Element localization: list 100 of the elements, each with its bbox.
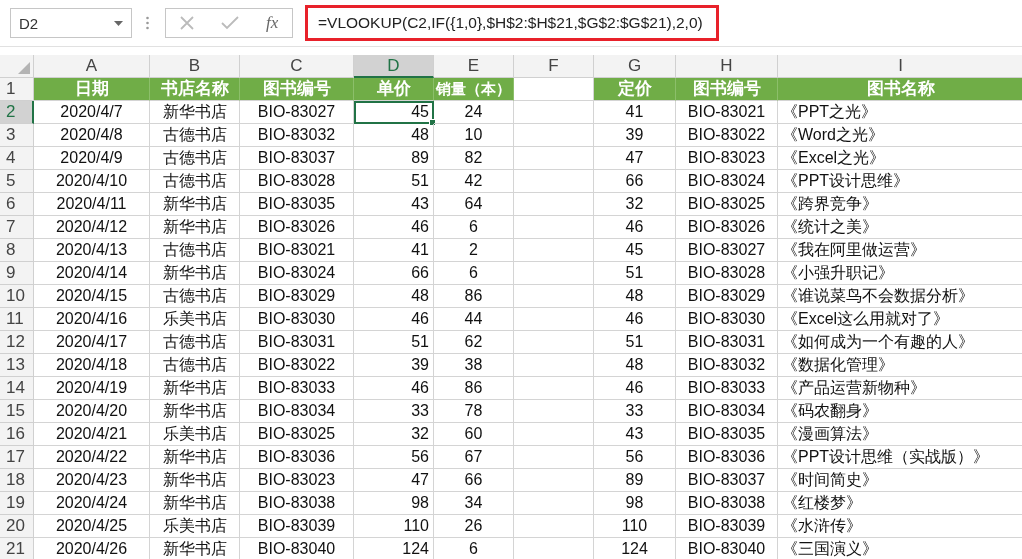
table-cell: 6: [434, 216, 514, 239]
column-header[interactable]: E: [434, 55, 514, 78]
column-title: 图书编号: [240, 78, 354, 101]
row-header[interactable]: 8: [0, 239, 34, 262]
column-header[interactable]: A: [34, 55, 150, 78]
table-cell: 98: [354, 492, 434, 515]
table-cell: BIO-83030: [240, 308, 354, 331]
row-header[interactable]: 15: [0, 400, 34, 423]
table-cell: 48: [594, 354, 676, 377]
table-cell: 6: [434, 262, 514, 285]
row-header[interactable]: 1: [0, 78, 34, 101]
table-cell: 2020/4/16: [34, 308, 150, 331]
table-cell: BIO-83024: [676, 170, 778, 193]
table-cell: 《码农翻身》: [778, 400, 1022, 423]
row-header[interactable]: 6: [0, 193, 34, 216]
table-cell: BIO-83037: [240, 147, 354, 170]
row-header[interactable]: 7: [0, 216, 34, 239]
table-cell: 124: [594, 538, 676, 559]
table-cell: BIO-83027: [676, 239, 778, 262]
table-cell: 34: [434, 492, 514, 515]
table-cell: 48: [594, 285, 676, 308]
table-cell: 39: [594, 124, 676, 147]
row-header[interactable]: 21: [0, 538, 34, 559]
formula-field[interactable]: =VLOOKUP(C2,IF({1,0},$H$2:$H$21,$G$2:$G$21),2,0): [305, 5, 719, 41]
table-cell: 乐美书店: [150, 515, 240, 538]
table-cell: 2020/4/14: [34, 262, 150, 285]
table-cell: 《水浒传》: [778, 515, 1022, 538]
table-cell: 51: [594, 262, 676, 285]
column-header[interactable]: I: [778, 55, 1022, 78]
column-header[interactable]: B: [150, 55, 240, 78]
column-title: 销量（本）: [434, 78, 514, 101]
table-cell: 《PPT设计思维（实战版）》: [778, 446, 1022, 469]
row-header[interactable]: 20: [0, 515, 34, 538]
row-header[interactable]: 12: [0, 331, 34, 354]
row-header[interactable]: 9: [0, 262, 34, 285]
table-cell: 33: [354, 400, 434, 423]
table-cell: 48: [354, 124, 434, 147]
table-cell: 古德书店: [150, 170, 240, 193]
table-cell: 《小强升职记》: [778, 262, 1022, 285]
row-header[interactable]: 3: [0, 124, 34, 147]
table-cell: 《Word之光》: [778, 124, 1022, 147]
table-cell: BIO-83025: [676, 193, 778, 216]
select-all-icon[interactable]: [18, 62, 30, 74]
row-header[interactable]: 11: [0, 308, 34, 331]
table-cell: 新华书店: [150, 262, 240, 285]
table-cell: 32: [354, 423, 434, 446]
row-header[interactable]: 19: [0, 492, 34, 515]
table-cell: 乐美书店: [150, 308, 240, 331]
cancel-icon[interactable]: [179, 16, 194, 30]
row-header[interactable]: 13: [0, 354, 34, 377]
row-header[interactable]: 17: [0, 446, 34, 469]
table-cell: 110: [354, 515, 434, 538]
drag-handle-icon[interactable]: [146, 16, 149, 30]
table-cell: 62: [434, 331, 514, 354]
row-header[interactable]: 5: [0, 170, 34, 193]
check-icon[interactable]: [220, 16, 239, 30]
table-cell: 66: [354, 262, 434, 285]
table-cell: BIO-83040: [676, 538, 778, 559]
table-cell: BIO-83022: [676, 124, 778, 147]
table-cell: 44: [434, 308, 514, 331]
table-cell: 41: [354, 239, 434, 262]
table-cell: BIO-83035: [240, 193, 354, 216]
table-cell: 古德书店: [150, 285, 240, 308]
table-cell: BIO-83029: [676, 285, 778, 308]
column-header[interactable]: F: [514, 55, 594, 78]
row-header[interactable]: 2: [0, 101, 34, 124]
table-cell: 2020/4/17: [34, 331, 150, 354]
table-cell: 2020/4/19: [34, 377, 150, 400]
column-header[interactable]: H: [676, 55, 778, 78]
table-cell: 42: [434, 170, 514, 193]
column-header[interactable]: G: [594, 55, 676, 78]
table-cell: 110: [594, 515, 676, 538]
table-cell: BIO-83025: [240, 423, 354, 446]
table-cell: BIO-83031: [240, 331, 354, 354]
table-cell: 24: [434, 101, 514, 124]
fill-handle[interactable]: [429, 119, 436, 126]
caret-icon: [114, 20, 123, 26]
row-header[interactable]: 14: [0, 377, 34, 400]
column-header[interactable]: C: [240, 55, 354, 78]
table-cell: BIO-83022: [240, 354, 354, 377]
table-cell: 古德书店: [150, 239, 240, 262]
column-title: 书店名称: [150, 78, 240, 101]
table-cell: 2020/4/15: [34, 285, 150, 308]
table-cell: 48: [354, 285, 434, 308]
column-header[interactable]: D: [354, 55, 434, 78]
name-box[interactable]: D2: [10, 8, 132, 38]
table-cell: BIO-83023: [676, 147, 778, 170]
table-cell: 新华书店: [150, 101, 240, 124]
row-header[interactable]: 4: [0, 147, 34, 170]
row-header[interactable]: 10: [0, 285, 34, 308]
row-header[interactable]: 16: [0, 423, 34, 446]
table-cell: BIO-83033: [240, 377, 354, 400]
table-cell: 46: [594, 377, 676, 400]
insert-function-button[interactable]: fx: [266, 13, 279, 33]
table-cell: 《Excel之光》: [778, 147, 1022, 170]
table-cell: 56: [354, 446, 434, 469]
table-cell: 古德书店: [150, 331, 240, 354]
table-cell: 60: [434, 423, 514, 446]
table-cell: 41: [594, 101, 676, 124]
row-header[interactable]: 18: [0, 469, 34, 492]
